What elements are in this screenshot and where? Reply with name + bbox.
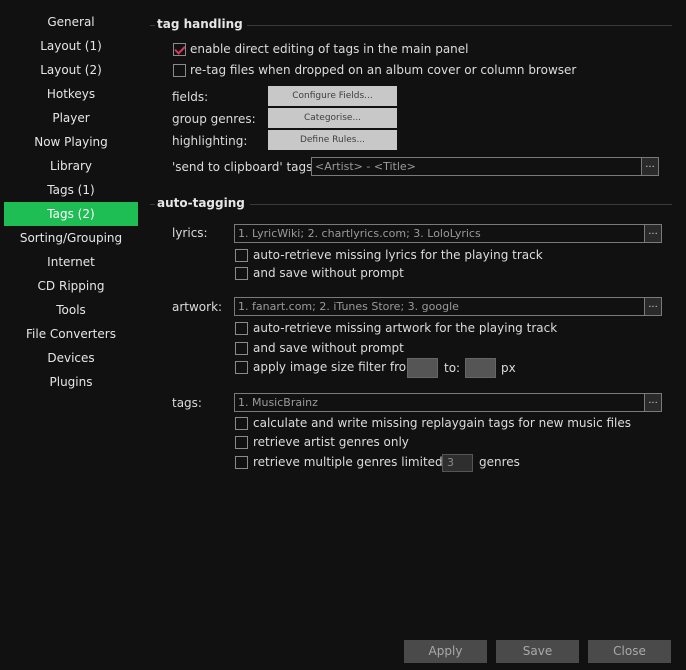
save-button[interactable]: Save [496, 640, 579, 663]
replaygain-label: calculate and write missing replaygain t… [253, 416, 632, 430]
artwork-save-label: and save without prompt [253, 341, 404, 355]
artwork-providers-value: 1. fanart.com; 2. iTunes Store; 3. googl… [238, 300, 459, 313]
sidebar-item-tags-2[interactable]: Tags (2) [4, 202, 138, 226]
tag-handling-title: tag handling [157, 17, 243, 31]
artist-genres-label: retrieve artist genres only [253, 435, 409, 449]
clipboard-tags-browse-button[interactable]: ... [641, 158, 658, 175]
sidebar-item-tools[interactable]: Tools [4, 298, 138, 322]
image-size-filter-checkbox[interactable] [235, 361, 248, 374]
tag-providers-value: 1. MusicBrainz [238, 396, 318, 409]
replaygain-checkbox[interactable] [235, 417, 248, 430]
multiple-genres-checkbox[interactable] [235, 456, 248, 469]
sidebar-item-devices[interactable]: Devices [4, 346, 138, 370]
retag-files-label: re-tag files when dropped on an album co… [190, 63, 577, 77]
fields-label: fields: [172, 90, 209, 104]
sidebar-item-library[interactable]: Library [4, 154, 138, 178]
artwork-label: artwork: [172, 300, 223, 314]
artwork-auto-retrieve-label: auto-retrieve missing artwork for the pl… [253, 321, 558, 335]
lyrics-providers-browse-button[interactable]: ... [644, 225, 661, 242]
close-button[interactable]: Close [588, 640, 671, 663]
sidebar-item-tags-1[interactable]: Tags (1) [4, 178, 138, 202]
enable-direct-editing-label: enable direct editing of tags in the mai… [190, 42, 469, 56]
sidebar-item-layout-2[interactable]: Layout (2) [4, 58, 138, 82]
multiple-genres-label: retrieve multiple genres limited to: [253, 455, 463, 469]
image-size-to-label: to: [444, 361, 461, 375]
lyrics-auto-retrieve-checkbox[interactable] [235, 249, 248, 262]
lyrics-save-checkbox[interactable] [235, 267, 248, 280]
image-size-max-input[interactable] [465, 358, 496, 378]
section-divider [150, 25, 155, 26]
lyrics-auto-retrieve-label: auto-retrieve missing lyrics for the pla… [253, 248, 543, 262]
tag-providers-browse-button[interactable]: ... [644, 394, 661, 411]
lyrics-providers-field[interactable]: 1. LyricWiki; 2. chartlyrics.com; 3. Lol… [234, 224, 662, 243]
sidebar-item-general[interactable]: General [4, 10, 138, 34]
sidebar-item-layout-1[interactable]: Layout (1) [4, 34, 138, 58]
clipboard-tags-value: <Artist> - <Title> [315, 160, 416, 173]
apply-button[interactable]: Apply [404, 640, 487, 663]
artist-genres-checkbox[interactable] [235, 436, 248, 449]
tags-label: tags: [172, 396, 202, 410]
retag-files-checkbox[interactable] [173, 64, 186, 77]
artwork-auto-retrieve-checkbox[interactable] [235, 322, 248, 335]
artwork-providers-field[interactable]: 1. fanart.com; 2. iTunes Store; 3. googl… [234, 297, 662, 316]
categorise-button[interactable]: Categorise... [268, 108, 397, 128]
sidebar-item-sorting-grouping[interactable]: Sorting/Grouping [4, 226, 138, 250]
sidebar-item-player[interactable]: Player [4, 106, 138, 130]
enable-direct-editing-checkbox[interactable] [173, 43, 186, 56]
tag-providers-field[interactable]: 1. MusicBrainz ... [234, 393, 662, 412]
lyrics-label: lyrics: [172, 226, 208, 240]
artwork-providers-browse-button[interactable]: ... [644, 298, 661, 315]
image-size-min-input[interactable] [407, 358, 438, 378]
sidebar-item-file-converters[interactable]: File Converters [4, 322, 138, 346]
sidebar-item-cd-ripping[interactable]: CD Ripping [4, 274, 138, 298]
sidebar-item-internet[interactable]: Internet [4, 250, 138, 274]
clipboard-tags-label: 'send to clipboard' tags: [172, 160, 317, 174]
section-divider [150, 204, 155, 205]
genres-limit-input[interactable]: 3 [442, 454, 473, 472]
define-rules-button[interactable]: Define Rules... [268, 130, 397, 150]
lyrics-save-label: and save without prompt [253, 266, 404, 280]
image-size-filter-label: apply image size filter from: [253, 360, 422, 374]
settings-sidebar: General Layout (1) Layout (2) Hotkeys Pl… [0, 10, 142, 394]
configure-fields-button[interactable]: Configure Fields... [268, 86, 397, 106]
image-size-px-label: px [501, 361, 516, 375]
highlighting-label: highlighting: [172, 134, 248, 148]
group-genres-label: group genres: [172, 112, 256, 126]
sidebar-item-now-playing[interactable]: Now Playing [4, 130, 138, 154]
sidebar-item-hotkeys[interactable]: Hotkeys [4, 82, 138, 106]
sidebar-item-plugins[interactable]: Plugins [4, 370, 138, 394]
lyrics-providers-value: 1. LyricWiki; 2. chartlyrics.com; 3. Lol… [238, 227, 481, 240]
section-divider [247, 25, 672, 26]
genres-unit-label: genres [479, 455, 520, 469]
section-divider [250, 204, 672, 205]
artwork-save-checkbox[interactable] [235, 342, 248, 355]
clipboard-tags-field[interactable]: <Artist> - <Title> ... [311, 157, 659, 176]
auto-tagging-title: auto-tagging [157, 196, 245, 210]
